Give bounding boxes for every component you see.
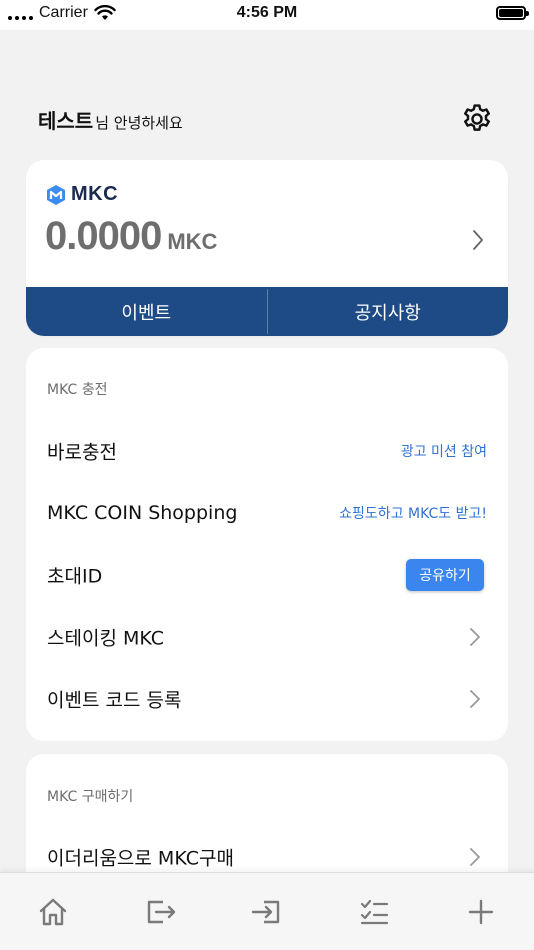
- row-label: 이벤트 코드 등록: [47, 689, 182, 712]
- mkc-logo-icon: [47, 184, 65, 205]
- chevron-right-icon: [470, 690, 480, 708]
- row-label: 스테이킹 MKC: [47, 627, 165, 650]
- row-event-code[interactable]: 이벤트 코드 등록: [26, 674, 508, 724]
- gear-icon[interactable]: [460, 102, 494, 136]
- tab-event[interactable]: 이벤트: [26, 287, 267, 336]
- tab-notice[interactable]: 공지사항: [268, 287, 509, 336]
- battery-icon: [496, 6, 529, 20]
- wallet-card: MKC 0.0000 MKC 이벤트 공지사항: [26, 160, 508, 336]
- row-label: MKC COIN Shopping: [47, 502, 238, 524]
- chevron-right-icon: [470, 848, 480, 866]
- nav-home[interactable]: [0, 873, 107, 950]
- share-button[interactable]: 공유하기: [406, 559, 484, 591]
- wallet-detail-chevron-icon[interactable]: [470, 227, 486, 253]
- wallet-tabs: 이벤트 공지사항: [26, 287, 508, 336]
- send-icon: [147, 900, 176, 923]
- row-label: 이더리움으로 MKC구매: [47, 847, 234, 870]
- greeting-suffix: 님 안녕하세요: [95, 114, 183, 132]
- nav-more[interactable]: [427, 873, 534, 950]
- bottom-nav: [0, 872, 534, 950]
- purchase-section-title: MKC 구매하기: [47, 789, 134, 805]
- row-invite-id: 초대ID 공유하기: [26, 550, 508, 600]
- status-bar: Carrier 4:56 PM: [0, 0, 534, 30]
- recharge-section-title: MKC 충전: [47, 382, 108, 398]
- recharge-card: MKC 충전 바로충전 광고 미션 참여 MKC COIN Shopping 쇼…: [26, 348, 508, 741]
- nav-history[interactable]: [320, 873, 427, 950]
- nav-send[interactable]: [107, 873, 214, 950]
- row-label: 초대ID: [47, 565, 103, 588]
- brand: MKC: [45, 183, 118, 206]
- home-icon: [40, 898, 67, 925]
- brand-name: MKC: [71, 183, 119, 205]
- user-name: 테스트: [38, 109, 94, 133]
- row-staking[interactable]: 스테이킹 MKC: [26, 612, 508, 662]
- nav-receive[interactable]: [214, 873, 321, 950]
- balance: 0.0000 MKC: [45, 214, 217, 259]
- checklist-icon: [360, 899, 388, 924]
- row-coin-shopping[interactable]: MKC COIN Shopping 쇼핑도하고 MKC도 받고!: [26, 488, 508, 538]
- balance-unit: MKC: [167, 229, 218, 254]
- ad-mission-link[interactable]: 광고 미션 참여: [401, 441, 487, 461]
- status-time: 4:56 PM: [236, 4, 298, 21]
- row-instant-charge[interactable]: 바로충전 광고 미션 참여: [26, 426, 508, 476]
- row-label: 바로충전: [47, 441, 117, 464]
- greeting: 테스트 님 안녕하세요: [38, 105, 183, 134]
- balance-value: 0.0000: [45, 214, 162, 258]
- plus-icon: [468, 899, 493, 924]
- chevron-right-icon: [470, 628, 480, 646]
- receive-icon: [251, 900, 280, 923]
- shopping-link[interactable]: 쇼핑도하고 MKC도 받고!: [339, 503, 487, 523]
